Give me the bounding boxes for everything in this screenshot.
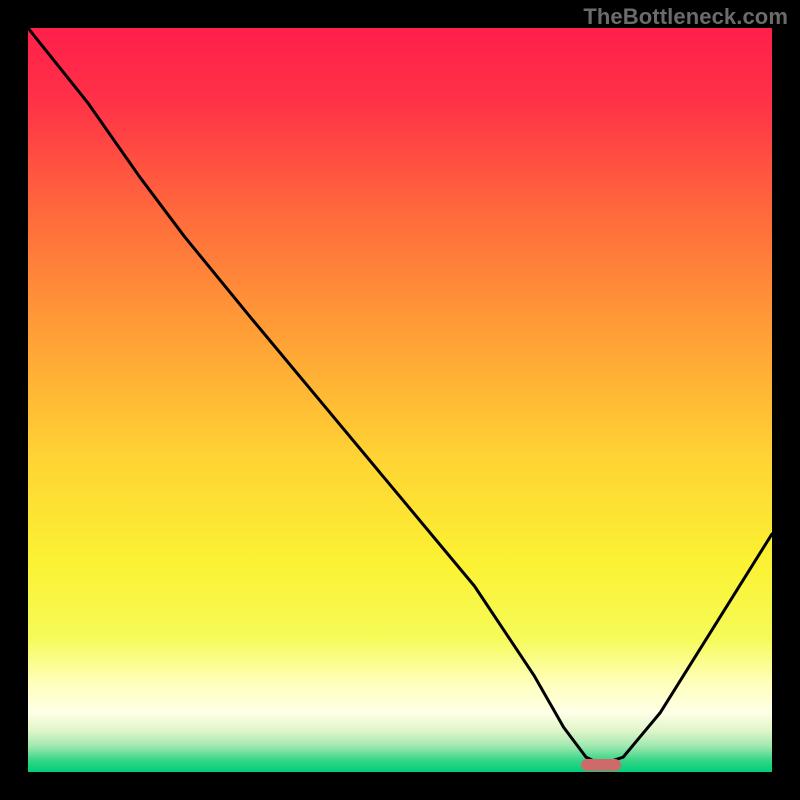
bottleneck-curve [28,28,772,772]
chart-frame: TheBottleneck.com [0,0,800,800]
minimum-marker [581,759,621,771]
watermark-text: TheBottleneck.com [583,4,788,30]
plot-area [28,28,772,772]
